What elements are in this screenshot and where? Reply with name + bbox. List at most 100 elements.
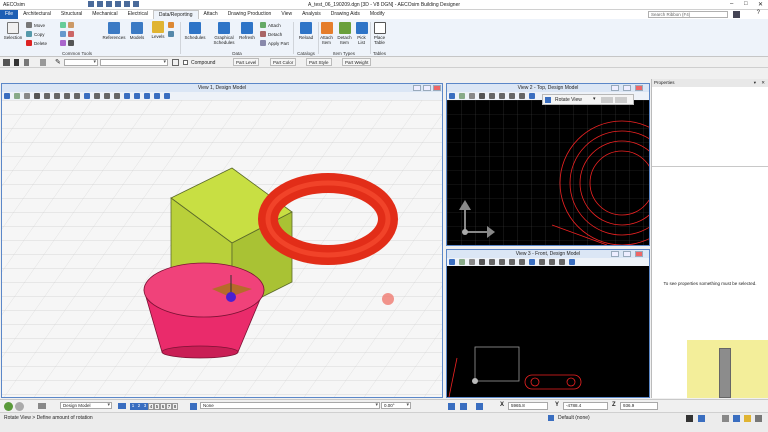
- tab-electrical[interactable]: Electrical: [123, 10, 153, 19]
- minimize-icon[interactable]: [611, 85, 619, 91]
- zoom-in-icon[interactable]: [44, 93, 50, 99]
- shape-tools[interactable]: [60, 22, 74, 28]
- part-color-button[interactable]: Part Color: [270, 58, 297, 66]
- delete-button[interactable]: Delete: [26, 40, 47, 46]
- update-icon[interactable]: [479, 259, 485, 265]
- window-area-icon[interactable]: [509, 259, 515, 265]
- references-button[interactable]: References: [102, 22, 126, 40]
- maximize-icon[interactable]: □: [744, 1, 748, 7]
- active-level[interactable]: Default (none): [558, 415, 590, 421]
- clip-volume-icon[interactable]: [569, 259, 575, 265]
- style-swatch[interactable]: [24, 59, 29, 66]
- x-coordinate-field[interactable]: 5965.8: [508, 402, 548, 410]
- minimize-icon[interactable]: [611, 251, 619, 257]
- tab-modify[interactable]: Modify: [365, 10, 390, 19]
- snapshot-icon[interactable]: [698, 415, 705, 422]
- display-set-icon[interactable]: [190, 403, 197, 410]
- lock-icon[interactable]: [476, 403, 483, 410]
- view-attributes-icon[interactable]: [4, 93, 10, 99]
- tab-drawing-production[interactable]: Drawing Production: [223, 10, 277, 19]
- view-attributes-icon[interactable]: [449, 93, 455, 99]
- compound-checkbox[interactable]: [183, 60, 188, 65]
- maximize-icon[interactable]: [623, 85, 631, 91]
- rotate-view-toolsettings[interactable]: Rotate View ▾: [542, 94, 634, 105]
- navigate-icon[interactable]: [24, 93, 30, 99]
- class-select[interactable]: [100, 59, 168, 66]
- zoom-out-icon[interactable]: [499, 259, 505, 265]
- saved-view-icon[interactable]: [164, 93, 170, 99]
- view-2[interactable]: View 2 - Top, Design Model Rotate View ▾: [446, 83, 650, 246]
- angle-field[interactable]: 0.00°: [381, 402, 411, 409]
- levels-button[interactable]: Levels: [150, 21, 166, 39]
- color-swatch[interactable]: [14, 59, 19, 66]
- reload-button[interactable]: Reload: [295, 22, 317, 40]
- model-select[interactable]: Design Model: [60, 402, 112, 409]
- warning-icon[interactable]: [744, 415, 751, 422]
- apply-part-button[interactable]: Apply Part: [260, 40, 289, 46]
- place-tools[interactable]: [60, 31, 74, 37]
- snap-tools[interactable]: [168, 31, 174, 37]
- fit-view-icon[interactable]: [74, 93, 80, 99]
- schedules-button[interactable]: Schedules: [182, 22, 208, 40]
- update-icon[interactable]: [34, 93, 40, 99]
- part-weight-button[interactable]: Part Weight: [342, 58, 372, 66]
- element-tools[interactable]: [168, 22, 174, 28]
- previous-view-icon[interactable]: [549, 259, 555, 265]
- previous-view-icon[interactable]: [104, 93, 110, 99]
- window-area-icon[interactable]: [509, 93, 515, 99]
- view-2-canvas[interactable]: [447, 100, 649, 245]
- display-set-select[interactable]: None: [200, 402, 380, 409]
- tab-view[interactable]: View: [276, 10, 297, 19]
- part-level-button[interactable]: Part Level: [233, 58, 260, 66]
- save-icon[interactable]: [686, 415, 693, 422]
- view-1-canvas[interactable]: [2, 100, 442, 397]
- display-style-icon[interactable]: [14, 93, 20, 99]
- detach-item-button[interactable]: Detach Item: [336, 22, 353, 45]
- view-button-8[interactable]: 8: [172, 403, 178, 410]
- models-button[interactable]: Models: [128, 22, 146, 40]
- info-icon[interactable]: [733, 415, 740, 422]
- transparency-select[interactable]: [64, 59, 98, 66]
- attach-button[interactable]: Attach: [260, 22, 281, 28]
- camera-icon[interactable]: [144, 93, 150, 99]
- back-icon[interactable]: [4, 402, 13, 411]
- text-tools[interactable]: [60, 40, 74, 46]
- maximize-icon[interactable]: [623, 251, 631, 257]
- close-icon[interactable]: ✕: [758, 1, 763, 8]
- accudraw-icon[interactable]: [448, 403, 455, 410]
- navigate-icon[interactable]: [469, 259, 475, 265]
- close-icon[interactable]: [635, 85, 643, 91]
- minimize-icon[interactable]: –: [730, 1, 733, 7]
- weight-swatch[interactable]: [40, 59, 46, 66]
- display-style-icon[interactable]: [459, 93, 465, 99]
- minimize-icon[interactable]: [413, 85, 421, 91]
- close-icon[interactable]: [433, 85, 441, 91]
- fit-view-icon[interactable]: [519, 93, 525, 99]
- maximize-icon[interactable]: [423, 85, 431, 91]
- tab-mechanical[interactable]: Mechanical: [87, 10, 122, 19]
- zoom-in-icon[interactable]: [489, 259, 495, 265]
- pin-icon[interactable]: ▾: [754, 79, 756, 87]
- copy-button[interactable]: Copy: [26, 31, 45, 37]
- help-icon[interactable]: ?: [757, 10, 760, 16]
- part-style-button[interactable]: Part Style: [306, 58, 332, 66]
- pan-icon[interactable]: [539, 259, 545, 265]
- selection-button[interactable]: Selection: [2, 22, 24, 40]
- next-view-icon[interactable]: [559, 259, 565, 265]
- display-style-icon[interactable]: [459, 259, 465, 265]
- zoom-in-icon[interactable]: [489, 93, 495, 99]
- navigate-icon[interactable]: [469, 93, 475, 99]
- tab-analysis[interactable]: Analysis: [297, 10, 326, 19]
- close-icon[interactable]: ✕: [761, 79, 765, 87]
- graphical-schedules-button[interactable]: Graphical Schedules: [210, 22, 238, 45]
- view-rotation-icon[interactable]: [154, 93, 160, 99]
- attach-item-button[interactable]: Attach Item: [318, 22, 335, 45]
- view-3-canvas[interactable]: [447, 266, 649, 397]
- user-icon[interactable]: [733, 11, 740, 18]
- view-1[interactable]: View 1, Design Model: [1, 83, 443, 398]
- tab-drawing-aids[interactable]: Drawing Aids: [326, 10, 365, 19]
- steps-button[interactable]: [615, 97, 627, 103]
- rotate-view-icon[interactable]: [84, 93, 90, 99]
- ribbon-search-input[interactable]: Search Ribbon (F4): [648, 11, 728, 18]
- window-area-icon[interactable]: [64, 93, 70, 99]
